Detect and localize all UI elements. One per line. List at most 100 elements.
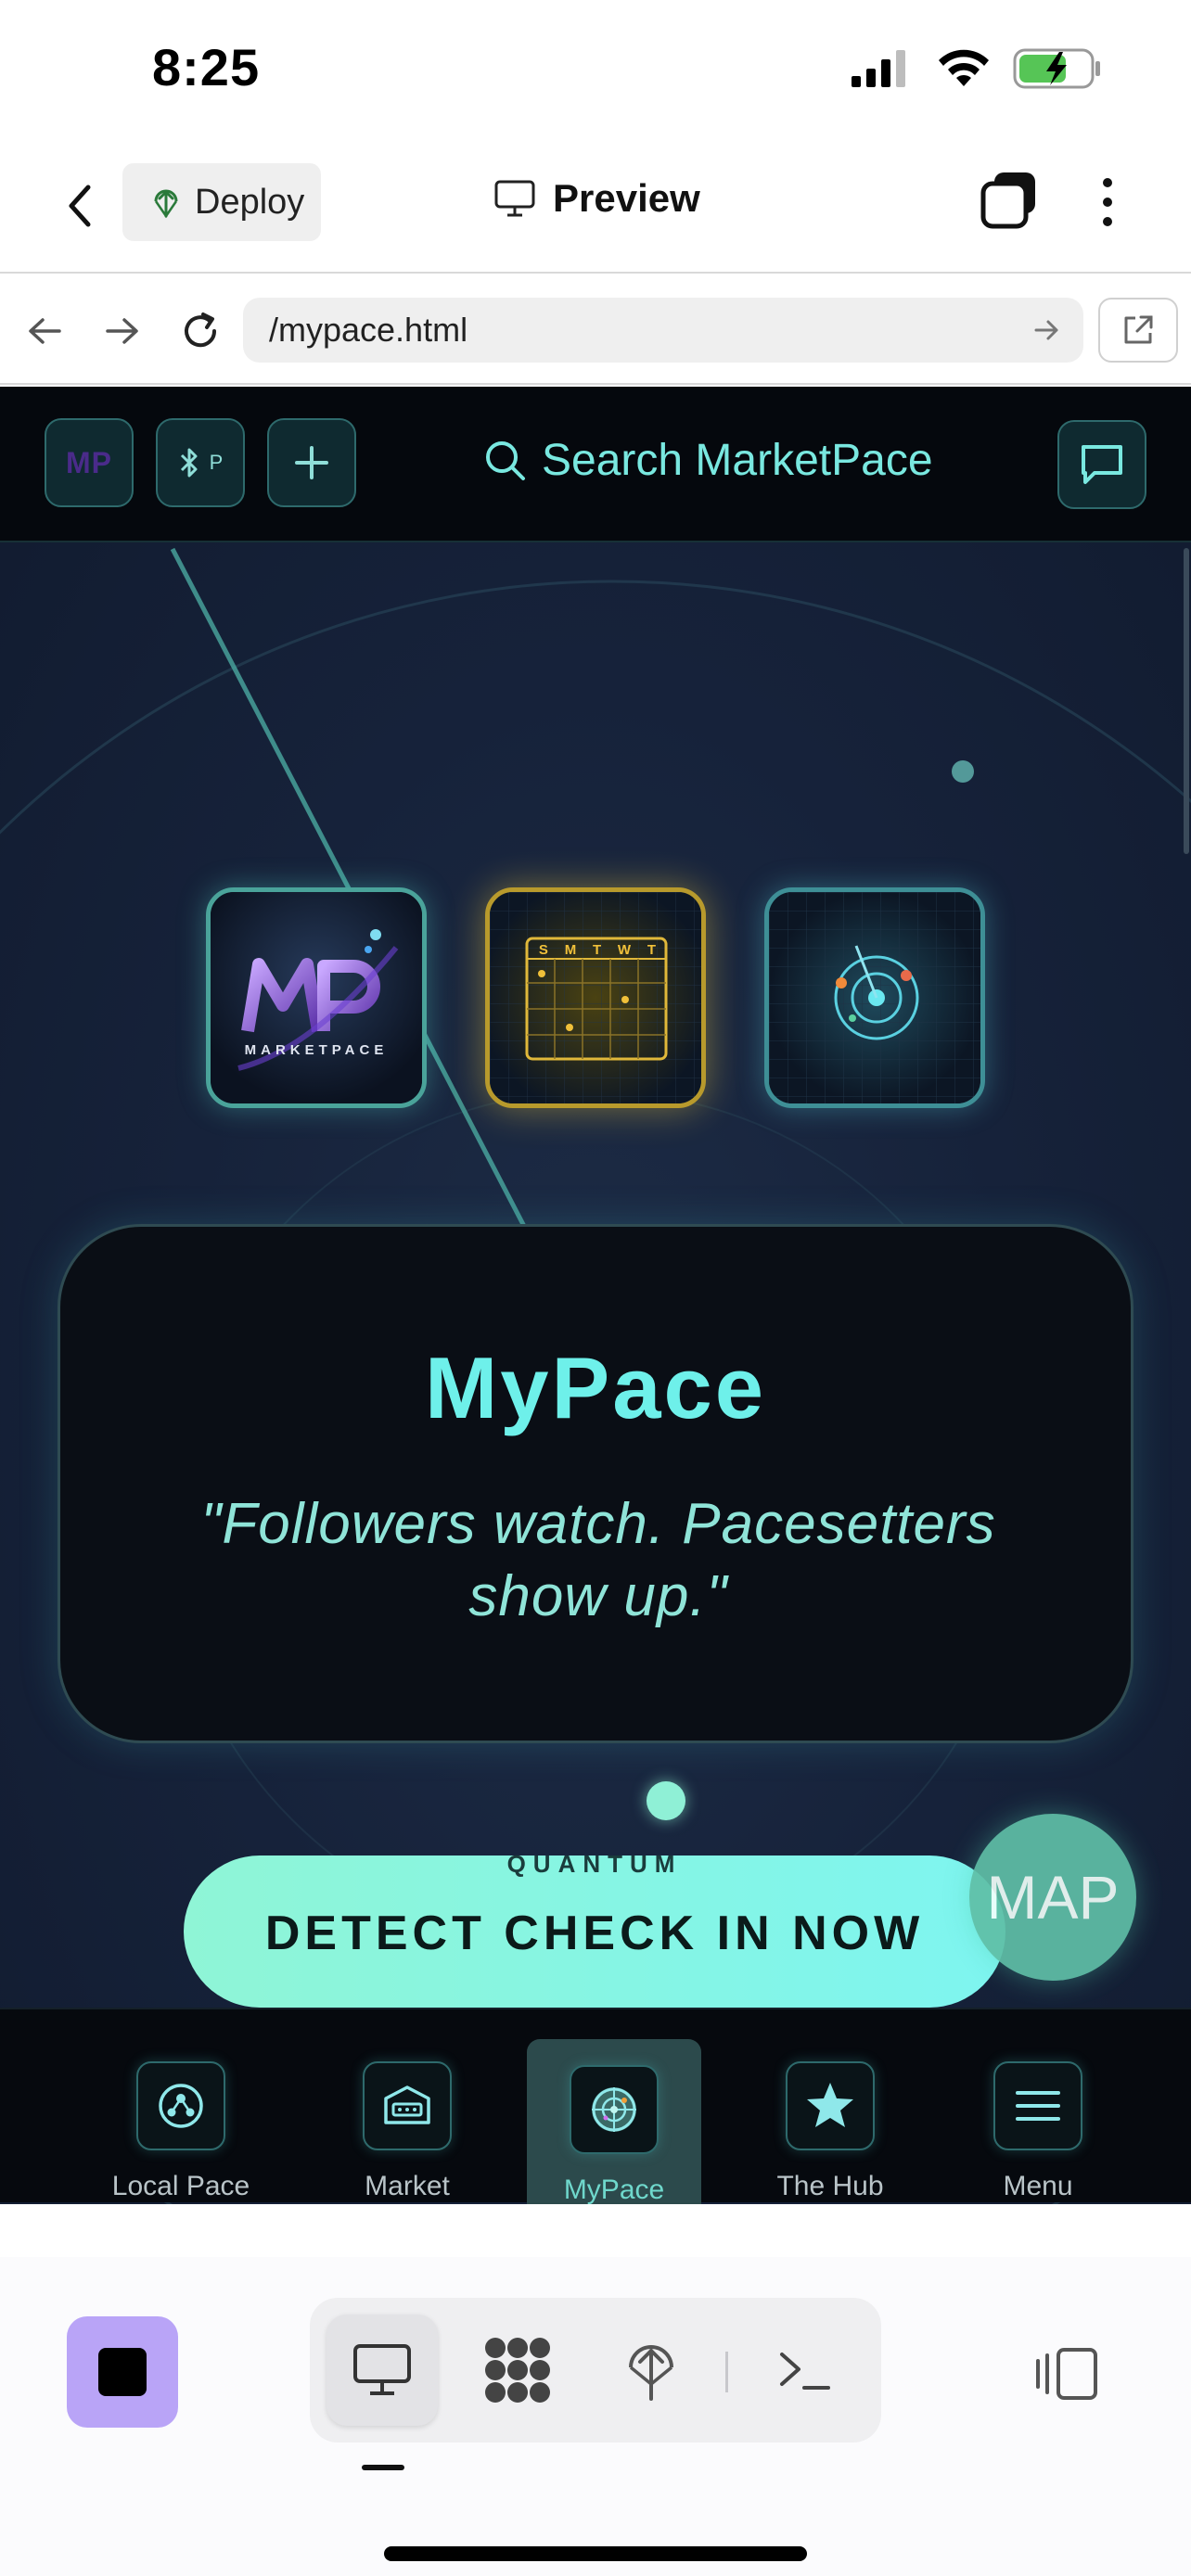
tabs-button[interactable] xyxy=(980,169,1041,230)
marketpace-logo-tile[interactable]: MARKETPACE xyxy=(206,887,427,1108)
stop-icon xyxy=(98,2348,147,2396)
cellular-signal-icon xyxy=(852,50,905,87)
console-view-button[interactable] xyxy=(749,2315,861,2426)
deploy-icon xyxy=(154,189,178,219)
nav-label: The Hub xyxy=(776,2171,884,2201)
stop-button[interactable] xyxy=(67,2316,178,2428)
monitor-icon xyxy=(353,2344,411,2395)
plus-icon xyxy=(295,446,328,479)
bluetooth-pace-button[interactable]: P xyxy=(156,418,245,507)
calendar-tile[interactable]: S M T W T xyxy=(485,887,706,1108)
market-icon xyxy=(384,2085,430,2124)
url-bar: /mypace.html xyxy=(0,275,1191,385)
map-button[interactable]: MAP xyxy=(969,1814,1136,1981)
nav-item-the-hub[interactable]: The Hub xyxy=(742,2035,918,2204)
home-indicator xyxy=(384,2546,807,2561)
external-link-icon xyxy=(1124,315,1153,344)
detect-check-in-button[interactable]: QUANTUM DETECT CHECK IN NOW xyxy=(184,1850,1005,2008)
local-pace-icon xyxy=(159,2084,203,2128)
go-arrow-icon[interactable] xyxy=(1031,314,1063,346)
deploy-label: Deploy xyxy=(195,182,305,222)
side-panel-icon xyxy=(1036,2348,1097,2400)
more-dot xyxy=(1103,217,1112,226)
preview-label: Preview xyxy=(553,176,700,220)
carousel-indicator-dot[interactable] xyxy=(647,1781,685,1820)
nav-item-mypace[interactable]: MyPace xyxy=(527,2039,701,2204)
deploy-view-button[interactable] xyxy=(596,2315,707,2426)
deploy-button[interactable]: Deploy xyxy=(122,163,321,241)
scrollbar-thumb[interactable] xyxy=(1184,548,1189,854)
calendar-day-labels: S M T W T xyxy=(531,942,664,958)
deploy-icon xyxy=(629,2345,673,2401)
more-options-button[interactable] xyxy=(1085,172,1130,232)
hero-title: MyPace xyxy=(424,1339,767,1436)
chat-button[interactable] xyxy=(1057,420,1146,509)
nav-icon-box xyxy=(570,2065,659,2154)
page-scrollbar[interactable] xyxy=(1182,542,1191,2045)
url-input[interactable]: /mypace.html xyxy=(243,298,1083,363)
segment-divider xyxy=(725,2352,728,2392)
p-badge-text: P xyxy=(209,451,224,474)
active-view-indicator xyxy=(362,2465,404,2470)
nav-item-menu[interactable]: Menu xyxy=(950,2035,1126,2204)
reload-button[interactable] xyxy=(174,305,226,357)
mp-profile-button[interactable]: MP xyxy=(45,418,134,507)
wifi-icon xyxy=(939,49,989,86)
search-button[interactable]: Search MarketPace xyxy=(482,435,933,486)
app-bar: Deploy Preview xyxy=(0,139,1191,274)
cta-label: DETECT CHECK IN NOW xyxy=(264,1906,925,1960)
mp-badge-text: MP xyxy=(66,445,112,479)
calendar-day-label: W xyxy=(617,942,632,958)
status-icons xyxy=(850,46,1102,91)
map-button-label: MAP xyxy=(986,1863,1120,1932)
star-icon xyxy=(807,2083,853,2127)
radar-tile[interactable] xyxy=(764,887,985,1108)
browser-forward-button[interactable] xyxy=(96,305,148,357)
hero-quote: "Followers watch. Pacesetters show up." xyxy=(200,1492,996,1628)
preview-title: Preview xyxy=(493,176,700,221)
nav-item-local-pace[interactable]: Local Pace xyxy=(93,2035,269,2204)
status-bar: 8:25 xyxy=(0,0,1191,139)
calendar-day-label: T xyxy=(592,942,602,958)
calendar-day-label: T xyxy=(647,942,657,958)
site-header: MP P Search MarketPace xyxy=(0,387,1191,542)
nav-icon-box xyxy=(786,2061,875,2150)
nav-icon-box xyxy=(363,2061,452,2150)
browser-back-button[interactable] xyxy=(19,305,70,357)
bottom-toolbar xyxy=(0,2257,1191,2576)
nav-icon-box xyxy=(136,2061,225,2150)
bluetooth-icon xyxy=(180,448,198,478)
arrow-left-icon xyxy=(29,318,61,344)
site-bottom-nav: Local Pace Market MyPace The Hub Menu xyxy=(0,2008,1191,2204)
status-time: 8:25 xyxy=(152,38,261,96)
web-viewport: MP P Search MarketPace MARKETPACE S M T … xyxy=(0,387,1191,2204)
preview-view-button[interactable] xyxy=(327,2315,438,2426)
search-label: Search MarketPace xyxy=(542,436,933,485)
cta-sub-label: QUANTUM xyxy=(506,1850,683,1878)
url-text: /mypace.html xyxy=(269,311,468,349)
calendar-day-label: S xyxy=(538,942,548,958)
workflow-grid-icon xyxy=(485,2338,550,2403)
menu-icon xyxy=(1016,2091,1060,2121)
radar-icon xyxy=(592,2087,636,2132)
workflow-view-button[interactable] xyxy=(462,2315,573,2426)
side-panel-button[interactable] xyxy=(1030,2337,1104,2411)
radar-icon xyxy=(769,892,980,1103)
tabs-icon xyxy=(980,172,1035,229)
hero-card-panel: MyPace "Followers watch. Pacesetters sho… xyxy=(58,1224,1133,1743)
search-icon xyxy=(486,440,525,480)
view-switcher xyxy=(310,2298,881,2442)
open-external-button[interactable] xyxy=(1098,298,1178,363)
chevron-left-icon xyxy=(69,185,91,227)
calendar-day-label: M xyxy=(564,942,577,958)
monitor-icon xyxy=(494,180,535,217)
terminal-icon xyxy=(780,2353,830,2390)
add-button[interactable] xyxy=(267,418,356,507)
more-dot xyxy=(1103,178,1112,187)
back-button[interactable] xyxy=(54,176,106,236)
nav-label: MyPace xyxy=(563,2174,665,2204)
more-dot xyxy=(1103,198,1112,207)
chat-icon xyxy=(1082,445,1122,484)
reload-icon xyxy=(185,312,217,348)
nav-item-market[interactable]: Market xyxy=(319,2035,495,2204)
